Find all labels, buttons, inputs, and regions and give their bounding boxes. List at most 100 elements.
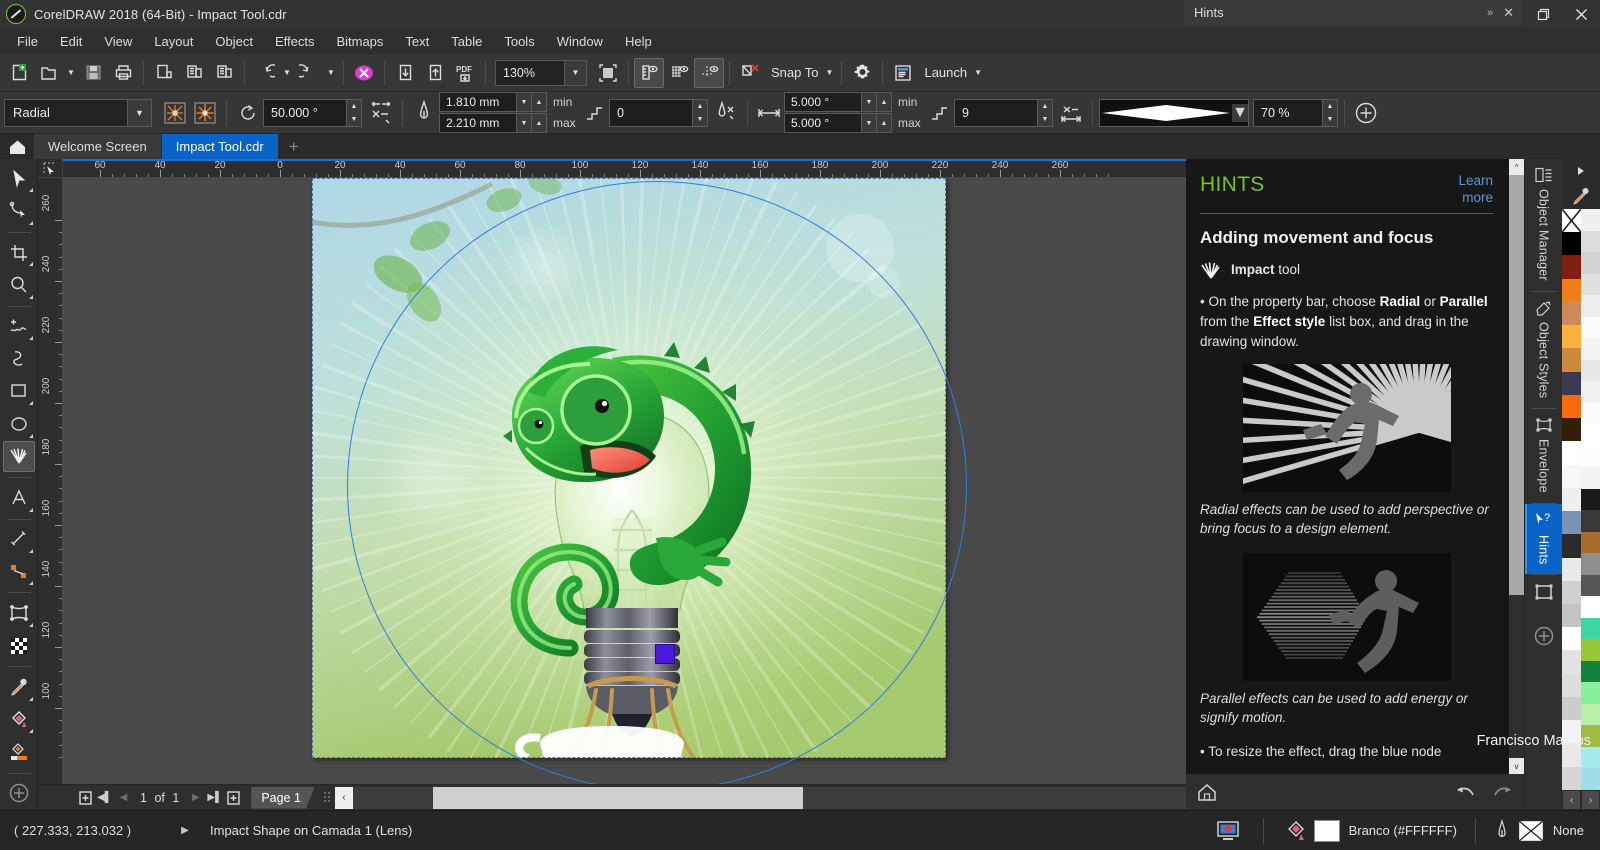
chevron-up-icon[interactable]: ▲	[693, 100, 707, 113]
palette-swatch[interactable]	[1581, 273, 1600, 296]
ruler-eye-icon[interactable]	[634, 57, 664, 88]
palette-swatch[interactable]	[1562, 511, 1581, 535]
import-down-arrow-icon[interactable]	[390, 58, 420, 88]
open-recent-dropdown[interactable]: ▼	[64, 58, 78, 88]
horizontal-scroll-thumb[interactable]	[432, 786, 803, 809]
chevron-up-icon[interactable]: ▲	[877, 113, 892, 133]
palette-swatch[interactable]	[1581, 639, 1600, 661]
text-tool[interactable]	[3, 482, 35, 513]
docker-tab-object-styles[interactable]: Object Styles	[1525, 292, 1563, 408]
outline-tool[interactable]	[3, 736, 35, 767]
learn-more-link[interactable]: Learn more	[1433, 173, 1493, 207]
snap-to-dropdown[interactable]: ▼	[822, 58, 836, 88]
falloff-curve-combobox[interactable]: ▼	[1099, 98, 1249, 127]
scroll-left-button[interactable]: ‹	[334, 786, 353, 809]
envelope-tool[interactable]	[3, 597, 35, 628]
menu-object[interactable]: Object	[204, 31, 264, 52]
palette-expand-button[interactable]	[1562, 159, 1600, 183]
smart-drawing-tool[interactable]	[3, 343, 35, 374]
guideline-eye-icon[interactable]	[694, 57, 724, 88]
rotation-spin-buttons[interactable]: ▲ ▼	[347, 98, 362, 127]
flyout-arrow-icon[interactable]	[28, 696, 33, 701]
palette-swatch[interactable]	[1562, 696, 1581, 721]
cut-icon[interactable]	[149, 58, 179, 88]
palette-swatch[interactable]	[1581, 230, 1600, 253]
chevron-down-icon[interactable]: ▼	[517, 92, 532, 112]
width-min-value[interactable]: 1.810 mm	[439, 92, 517, 112]
width-step-value[interactable]: 0	[609, 98, 693, 127]
previous-page-button[interactable]: ◀	[114, 785, 133, 811]
radial-burst-icon[interactable]	[160, 98, 190, 128]
docker-tab-envelope[interactable]: Envelope	[1525, 409, 1563, 503]
docker-quick-customize-button[interactable]	[1525, 617, 1563, 657]
flyout-arrow-icon[interactable]	[28, 188, 33, 193]
scroll-thumb[interactable]	[1509, 175, 1524, 595]
spacing-step-spinner[interactable]: 9 ▲ ▼	[954, 98, 1053, 127]
flyout-arrow-icon[interactable]	[28, 262, 33, 267]
palette-swatch[interactable]	[1581, 316, 1600, 339]
flyout-arrow-icon[interactable]	[28, 622, 33, 627]
palette-swatch[interactable]	[1581, 553, 1600, 575]
menu-window[interactable]: Window	[546, 31, 614, 52]
application-launcher-icon[interactable]	[888, 58, 918, 88]
rotation-spinner[interactable]: 50.000 ° ▲ ▼	[263, 98, 362, 127]
maximize-restore-button[interactable]	[1524, 0, 1562, 28]
hints-home-icon[interactable]	[1196, 782, 1218, 802]
palette-swatch[interactable]	[1581, 660, 1600, 683]
plus-circle-icon[interactable]	[1351, 98, 1381, 128]
pick-tool[interactable]	[3, 163, 35, 194]
spacing-min-row[interactable]: 5.000 ° ▼ ▲ min	[784, 92, 922, 112]
width-step-spin-buttons[interactable]: ▲ ▼	[693, 98, 708, 127]
interactive-fill-tool[interactable]	[3, 704, 35, 735]
full-screen-preview-icon[interactable]	[593, 58, 623, 88]
tab-welcome-screen[interactable]: Welcome Screen	[34, 134, 161, 159]
palette-swatch[interactable]	[1581, 381, 1600, 403]
redo-history-dropdown[interactable]: ▼	[324, 58, 338, 88]
transparency-tool[interactable]	[3, 630, 35, 661]
palette-swatch[interactable]	[1562, 394, 1581, 419]
palette-swatch[interactable]	[1581, 424, 1600, 446]
menu-bitmaps[interactable]: Bitmaps	[325, 31, 394, 52]
palette-swatch[interactable]	[1581, 746, 1600, 769]
close-icon[interactable]: ✕	[1503, 5, 1514, 21]
flyout-arrow-icon[interactable]	[28, 433, 33, 438]
copy-icon[interactable]	[179, 58, 209, 88]
flyout-arrow-icon[interactable]	[28, 548, 33, 553]
palette-swatch[interactable]	[1581, 596, 1600, 618]
flyout-arrow-icon[interactable]	[28, 507, 33, 512]
shape-edit-tool[interactable]	[3, 195, 35, 226]
next-page-button[interactable]: ▶	[186, 785, 205, 811]
flyout-arrow-icon[interactable]	[28, 729, 33, 734]
palette-swatch[interactable]	[1581, 445, 1600, 468]
palette-swatch[interactable]	[1562, 557, 1581, 581]
palette-swatch[interactable]	[1581, 510, 1600, 532]
chevron-down-icon[interactable]: ▼	[127, 99, 151, 126]
spacing-max-value[interactable]: 5.000 °	[784, 113, 862, 133]
grid-eye-icon[interactable]	[664, 58, 694, 88]
no-color-x-icon[interactable]	[1518, 819, 1544, 842]
open-folder-icon[interactable]	[34, 58, 64, 88]
menu-edit[interactable]: Edit	[49, 31, 93, 52]
spacing-step-value[interactable]: 9	[954, 98, 1038, 127]
palette-swatch[interactable]	[1562, 627, 1581, 651]
chevron-up-icon[interactable]: ▲	[532, 113, 547, 133]
spacing-step-spin-buttons[interactable]: ▲ ▼	[1038, 98, 1053, 127]
palette-swatch[interactable]	[1562, 487, 1581, 512]
palette-swatch[interactable]	[1562, 278, 1581, 302]
randomize-spacing-icon[interactable]	[1056, 98, 1086, 128]
ruler-origin-button[interactable]	[38, 159, 63, 178]
home-icon[interactable]	[0, 134, 34, 159]
opacity-value[interactable]: 70 %	[1253, 98, 1323, 127]
corel-connect-icon[interactable]	[349, 58, 379, 88]
palette-swatch[interactable]	[1581, 682, 1600, 704]
scroll-down-button[interactable]: v	[1509, 758, 1524, 774]
snap-off-icon[interactable]	[735, 58, 765, 88]
chevron-down-icon[interactable]: ▼	[347, 113, 361, 126]
palette-swatch[interactable]	[1562, 301, 1581, 326]
docker-tab-transform[interactable]	[1525, 575, 1563, 611]
chevron-down-icon[interactable]: ▼	[1232, 103, 1248, 122]
palette-scroll-right-button[interactable]: ›	[1582, 791, 1599, 809]
export-up-arrow-icon[interactable]	[420, 58, 450, 88]
palette-swatch[interactable]	[1562, 255, 1581, 279]
width-min-max-spinners[interactable]: 1.810 mm ▼ ▲ min 2.210 mm ▼ ▲ max	[439, 92, 577, 133]
